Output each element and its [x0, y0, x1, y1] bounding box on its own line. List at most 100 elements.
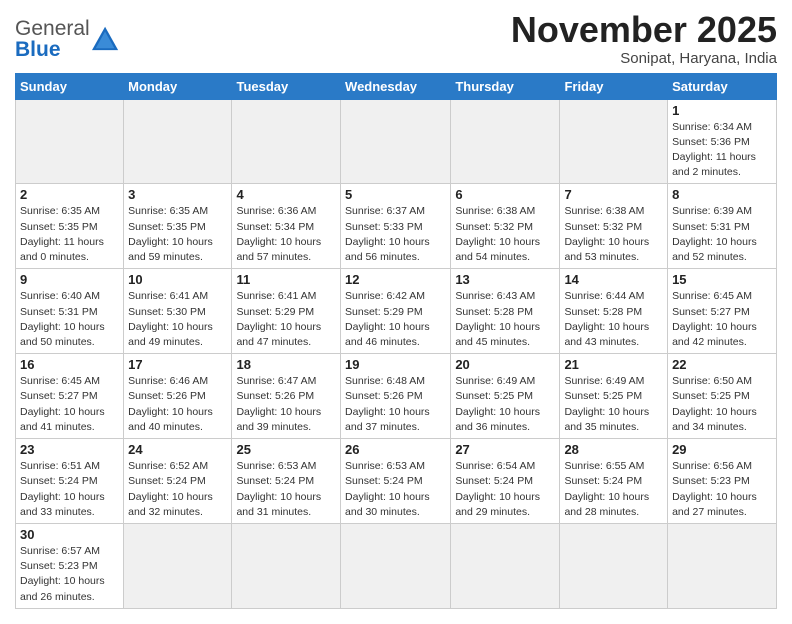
day-number: 12 [345, 272, 446, 287]
day-info: Sunrise: 6:38 AM Sunset: 5:32 PM Dayligh… [564, 204, 663, 265]
table-row: 6Sunrise: 6:38 AM Sunset: 5:32 PM Daylig… [451, 184, 560, 269]
day-info: Sunrise: 6:45 AM Sunset: 5:27 PM Dayligh… [672, 289, 772, 350]
day-number: 3 [128, 187, 227, 202]
day-number: 28 [564, 442, 663, 457]
table-row [560, 99, 668, 184]
day-number: 25 [236, 442, 336, 457]
day-info: Sunrise: 6:43 AM Sunset: 5:28 PM Dayligh… [455, 289, 555, 350]
day-number: 15 [672, 272, 772, 287]
calendar-table: Sunday Monday Tuesday Wednesday Thursday… [15, 73, 777, 609]
table-row: 8Sunrise: 6:39 AM Sunset: 5:31 PM Daylig… [668, 184, 777, 269]
table-row: 13 Sunrise: 6:43 AM Sunset: 5:28 PM Dayli… [451, 269, 560, 354]
col-saturday: Saturday [668, 73, 777, 99]
day-number: 11 [236, 272, 336, 287]
col-sunday: Sunday [16, 73, 124, 99]
title-area: November 2025 Sonipat, Haryana, India [511, 10, 777, 67]
day-number: 21 [564, 357, 663, 372]
day-number: 2 [20, 187, 119, 202]
table-row: 21 Sunrise: 6:49 AM Sunset: 5:25 PM Dayli… [560, 354, 668, 439]
day-info: Sunrise: 6:34 AM Sunset: 5:36 PM Dayligh… [672, 120, 772, 181]
day-info: Sunrise: 6:41 AM Sunset: 5:29 PM Dayligh… [236, 289, 336, 350]
day-info: Sunrise: 6:36 AM Sunset: 5:34 PM Dayligh… [236, 204, 336, 265]
calendar-week-row: 9 Sunrise: 6:40 AM Sunset: 5:31 PM Daylig… [16, 269, 777, 354]
day-number: 4 [236, 187, 336, 202]
col-wednesday: Wednesday [341, 73, 451, 99]
day-number: 20 [455, 357, 555, 372]
day-info: Sunrise: 6:46 AM Sunset: 5:26 PM Dayligh… [128, 374, 227, 435]
day-info: Sunrise: 6:48 AM Sunset: 5:26 PM Dayligh… [345, 374, 446, 435]
logo-general: General [15, 17, 90, 40]
day-info: Sunrise: 6:49 AM Sunset: 5:25 PM Dayligh… [564, 374, 663, 435]
day-info: Sunrise: 6:44 AM Sunset: 5:28 PM Dayligh… [564, 289, 663, 350]
day-number: 13 [455, 272, 555, 287]
table-row: 2 Sunrise: 6:35 AM Sunset: 5:35 PM Daylig… [16, 184, 124, 269]
calendar-week-row: 23 Sunrise: 6:51 AM Sunset: 5:24 PM Dayli… [16, 439, 777, 524]
day-info: Sunrise: 6:35 AM Sunset: 5:35 PM Dayligh… [20, 204, 119, 265]
col-thursday: Thursday [451, 73, 560, 99]
day-number: 18 [236, 357, 336, 372]
table-row: 9 Sunrise: 6:40 AM Sunset: 5:31 PM Daylig… [16, 269, 124, 354]
table-row: 17 Sunrise: 6:46 AM Sunset: 5:26 PM Dayli… [124, 354, 232, 439]
day-info: Sunrise: 6:57 AM Sunset: 5:23 PM Dayligh… [20, 544, 119, 605]
table-row: 28 Sunrise: 6:55 AM Sunset: 5:24 PM Dayli… [560, 439, 668, 524]
table-row: 14 Sunrise: 6:44 AM Sunset: 5:28 PM Dayli… [560, 269, 668, 354]
table-row: 25 Sunrise: 6:53 AM Sunset: 5:24 PM Dayli… [232, 439, 341, 524]
table-row [232, 99, 341, 184]
calendar-week-row: 30Sunrise: 6:57 AM Sunset: 5:23 PM Dayli… [16, 523, 777, 608]
table-row: 15 Sunrise: 6:45 AM Sunset: 5:27 PM Dayli… [668, 269, 777, 354]
table-row [560, 523, 668, 608]
day-number: 1 [672, 103, 772, 118]
table-row [124, 99, 232, 184]
table-row: 5Sunrise: 6:37 AM Sunset: 5:33 PM Daylig… [341, 184, 451, 269]
location: Sonipat, Haryana, India [511, 50, 777, 67]
calendar-week-row: 16Sunrise: 6:45 AM Sunset: 5:27 PM Dayli… [16, 354, 777, 439]
table-row [341, 523, 451, 608]
table-row: 29Sunrise: 6:56 AM Sunset: 5:23 PM Dayli… [668, 439, 777, 524]
day-info: Sunrise: 6:52 AM Sunset: 5:24 PM Dayligh… [128, 459, 227, 520]
day-number: 17 [128, 357, 227, 372]
day-number: 14 [564, 272, 663, 287]
day-number: 8 [672, 187, 772, 202]
table-row: 26 Sunrise: 6:53 AM Sunset: 5:24 PM Dayli… [341, 439, 451, 524]
day-info: Sunrise: 6:42 AM Sunset: 5:29 PM Dayligh… [345, 289, 446, 350]
calendar-header-row: Sunday Monday Tuesday Wednesday Thursday… [16, 73, 777, 99]
table-row: 1 Sunrise: 6:34 AM Sunset: 5:36 PM Daylig… [668, 99, 777, 184]
day-info: Sunrise: 6:45 AM Sunset: 5:27 PM Dayligh… [20, 374, 119, 435]
day-number: 22 [672, 357, 772, 372]
day-number: 5 [345, 187, 446, 202]
day-number: 24 [128, 442, 227, 457]
table-row: 23 Sunrise: 6:51 AM Sunset: 5:24 PM Dayli… [16, 439, 124, 524]
day-info: Sunrise: 6:55 AM Sunset: 5:24 PM Dayligh… [564, 459, 663, 520]
table-row: 27 Sunrise: 6:54 AM Sunset: 5:24 PM Dayli… [451, 439, 560, 524]
table-row [341, 99, 451, 184]
day-number: 23 [20, 442, 119, 457]
table-row: 30Sunrise: 6:57 AM Sunset: 5:23 PM Dayli… [16, 523, 124, 608]
day-number: 26 [345, 442, 446, 457]
table-row: 12 Sunrise: 6:42 AM Sunset: 5:29 PM Dayli… [341, 269, 451, 354]
table-row: 22Sunrise: 6:50 AM Sunset: 5:25 PM Dayli… [668, 354, 777, 439]
table-row [451, 99, 560, 184]
calendar-week-row: 1 Sunrise: 6:34 AM Sunset: 5:36 PM Daylig… [16, 99, 777, 184]
logo-blue: Blue [15, 38, 61, 61]
day-info: Sunrise: 6:40 AM Sunset: 5:31 PM Dayligh… [20, 289, 119, 350]
day-info: Sunrise: 6:53 AM Sunset: 5:24 PM Dayligh… [236, 459, 336, 520]
day-number: 19 [345, 357, 446, 372]
table-row: 10Sunrise: 6:41 AM Sunset: 5:30 PM Dayli… [124, 269, 232, 354]
day-number: 27 [455, 442, 555, 457]
day-info: Sunrise: 6:53 AM Sunset: 5:24 PM Dayligh… [345, 459, 446, 520]
table-row: 3Sunrise: 6:35 AM Sunset: 5:35 PM Daylig… [124, 184, 232, 269]
day-info: Sunrise: 6:51 AM Sunset: 5:24 PM Dayligh… [20, 459, 119, 520]
table-row [668, 523, 777, 608]
day-number: 9 [20, 272, 119, 287]
table-row: 18Sunrise: 6:47 AM Sunset: 5:26 PM Dayli… [232, 354, 341, 439]
table-row [232, 523, 341, 608]
table-row [451, 523, 560, 608]
day-info: Sunrise: 6:41 AM Sunset: 5:30 PM Dayligh… [128, 289, 227, 350]
day-info: Sunrise: 6:54 AM Sunset: 5:24 PM Dayligh… [455, 459, 555, 520]
calendar-week-row: 2 Sunrise: 6:35 AM Sunset: 5:35 PM Daylig… [16, 184, 777, 269]
col-tuesday: Tuesday [232, 73, 341, 99]
day-number: 6 [455, 187, 555, 202]
table-row: 19 Sunrise: 6:48 AM Sunset: 5:26 PM Dayli… [341, 354, 451, 439]
month-title: November 2025 [511, 10, 777, 50]
table-row: 4 Sunrise: 6:36 AM Sunset: 5:34 PM Daylig… [232, 184, 341, 269]
